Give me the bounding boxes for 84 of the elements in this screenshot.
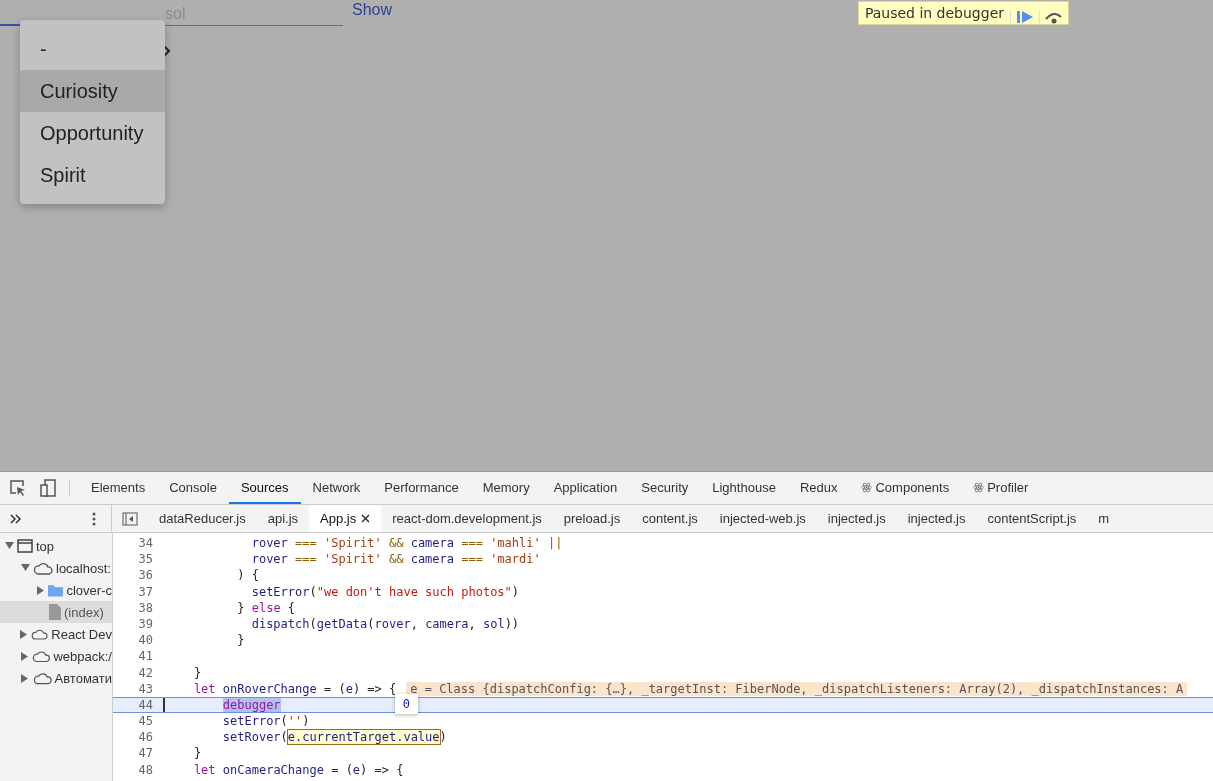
rover-option[interactable]: Curiosity: [20, 70, 165, 112]
line-number[interactable]: 37: [113, 584, 165, 599]
navigator-item[interactable]: Автомати: [0, 667, 112, 689]
code-line: }: [192, 746, 202, 761]
inspect-icon[interactable]: [9, 479, 27, 497]
cloud-icon: [33, 561, 53, 575]
line-number[interactable]: 47: [113, 746, 165, 761]
file-tab[interactable]: contentScript.js: [976, 505, 1088, 532]
collapsed-triangle-icon[interactable]: [36, 585, 45, 595]
file-tab[interactable]: content.js: [631, 505, 709, 532]
rover-option[interactable]: -: [20, 28, 165, 70]
code-line: }: [236, 633, 245, 648]
line-number[interactable]: 34: [113, 536, 165, 551]
devtools-tab[interactable]: Lighthouse: [700, 472, 788, 504]
more-tabs-icon[interactable]: [10, 513, 22, 524]
line-number[interactable]: 44: [113, 697, 165, 713]
code-line: dispatch(getData(rover, camera, sol)): [250, 616, 520, 632]
cloud-icon: [32, 671, 52, 685]
rover-option[interactable]: Opportunity: [20, 112, 165, 154]
line-number[interactable]: 35: [113, 552, 165, 567]
file-tab[interactable]: preload.js: [552, 505, 632, 532]
devtools-tab[interactable]: Application: [541, 472, 630, 504]
line-number[interactable]: 40: [113, 633, 165, 648]
line-number[interactable]: 36: [113, 568, 165, 583]
code-line: setError(''): [221, 714, 310, 729]
navigator-item[interactable]: webpack:/: [0, 645, 112, 667]
file-tab[interactable]: injected.js: [816, 505, 897, 532]
devtools-tab[interactable]: Console: [157, 472, 229, 504]
line-number[interactable]: 41: [113, 649, 165, 664]
code-line: }: [192, 665, 202, 680]
navigator-item[interactable]: (index): [0, 601, 112, 623]
file-icon: [49, 604, 61, 620]
file-tab[interactable]: m: [1087, 505, 1121, 532]
folder-icon: [48, 583, 64, 597]
code-line: setError("we don't have such photos"): [250, 584, 520, 599]
line-number[interactable]: 42: [113, 665, 165, 680]
code-line: rover === 'Spirit' && camera === 'mardi': [250, 552, 541, 567]
expanded-triangle-icon[interactable]: [20, 564, 30, 572]
inline-value: e = Class {dispatchConfig: {…}, _targetInst: FiberNode, _dispatchListeners: Array(2), _dispatchInstances: A: [406, 681, 1188, 696]
file-tab[interactable]: injected.js: [896, 505, 977, 532]
line-number[interactable]: 46: [113, 730, 165, 745]
devtools-tab[interactable]: Profiler: [961, 472, 1041, 504]
navigator-item[interactable]: top: [0, 535, 112, 557]
file-tab[interactable]: injected-web.js: [708, 505, 817, 532]
code-line: rover === 'Spirit' && camera === 'mahli' ||: [250, 536, 563, 551]
code-line: ) {: [236, 568, 259, 583]
code-line: let onRoverChange = (e) => {: [192, 681, 397, 696]
file-tab[interactable]: App.js: [309, 505, 382, 532]
line-number[interactable]: 43: [113, 681, 165, 696]
devtools-tab[interactable]: Memory: [470, 472, 542, 504]
devtools-tab[interactable]: Elements: [79, 472, 158, 504]
sidebar-toggle-icon[interactable]: [122, 511, 138, 526]
expanded-triangle-icon[interactable]: [4, 542, 14, 550]
navigator-item[interactable]: React Dev: [0, 623, 112, 645]
navigator-item[interactable]: clover-c: [0, 579, 112, 601]
devtools-tab[interactable]: Performance: [372, 472, 471, 504]
devtools-tab[interactable]: Security: [629, 472, 701, 504]
devtools-tab[interactable]: Network: [300, 472, 373, 504]
devtools-tab[interactable]: Components: [849, 472, 962, 504]
collapsed-triangle-icon[interactable]: [20, 673, 29, 683]
device-toolbar-icon[interactable]: [39, 479, 57, 497]
file-tab[interactable]: dataReducer.js: [148, 505, 257, 532]
line-number[interactable]: 39: [113, 616, 165, 632]
cloud-icon: [32, 649, 51, 663]
file-tab[interactable]: react-dom.development.js: [381, 505, 553, 532]
window-icon: [17, 539, 33, 553]
code-line: let onCameraChange = (e) => {: [192, 762, 404, 777]
value-tooltip: 0: [394, 694, 419, 715]
line-number[interactable]: 48: [113, 762, 165, 777]
show-link[interactable]: Show: [352, 0, 393, 20]
file-tab[interactable]: api.js: [256, 505, 310, 532]
navigator-item[interactable]: localhost:: [0, 557, 112, 579]
cloud-icon: [31, 627, 49, 641]
tab-underline: [0, 24, 20, 26]
line-number[interactable]: 38: [113, 600, 165, 615]
devtools-tab[interactable]: Redux: [787, 472, 850, 504]
code-line: } else {: [236, 600, 296, 615]
kebab-menu-icon[interactable]: [92, 511, 96, 526]
collapsed-triangle-icon[interactable]: [20, 651, 29, 661]
paused-label: Paused in debugger: [863, 4, 1005, 23]
rover-option[interactable]: Spirit: [20, 154, 165, 196]
close-icon[interactable]: [361, 514, 371, 523]
collapsed-triangle-icon[interactable]: [20, 629, 29, 639]
line-number[interactable]: 45: [113, 714, 165, 729]
